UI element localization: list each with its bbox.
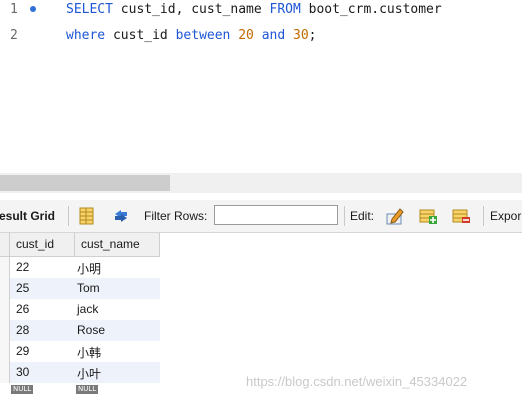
- keyword-and: and: [261, 28, 286, 43]
- cell-cust-name[interactable]: jack: [77, 302, 98, 316]
- line-number-label: 1: [10, 2, 18, 17]
- table-row[interactable]: 25 Tom: [10, 278, 160, 299]
- number-literal: 20: [238, 28, 254, 43]
- cell-cust-id[interactable]: 29: [16, 344, 29, 358]
- toolbar-divider: [483, 206, 484, 226]
- keyword-where: where: [66, 28, 106, 43]
- edit-pencil-icon[interactable]: [386, 207, 404, 225]
- export-button[interactable]: Expor: [490, 209, 521, 223]
- code-line-2[interactable]: where cust_id between 20 and 30;: [66, 28, 317, 43]
- grid-view-icon[interactable]: [78, 207, 96, 225]
- table-row[interactable]: 30 小叶: [10, 362, 160, 383]
- null-badge: NULL: [76, 385, 99, 394]
- edit-label: Edit:: [350, 209, 375, 223]
- cell-cust-name[interactable]: 小韩: [77, 344, 101, 361]
- code-text: ;: [308, 28, 317, 43]
- keyword-select: SELECT: [66, 2, 113, 17]
- line-number-label: 2: [10, 28, 18, 43]
- null-badge: NULL: [11, 385, 34, 394]
- row-marker[interactable]: [0, 257, 10, 278]
- column-header-cust-id[interactable]: cust_id: [10, 233, 75, 257]
- filter-rows-label: Filter Rows:: [144, 209, 208, 223]
- result-toolbar: esult Grid Filter Rows: Edit: Expor: [0, 200, 522, 233]
- keyword-between: between: [175, 28, 231, 43]
- code-text: cust_id, cust_name: [112, 2, 270, 17]
- delete-row-icon[interactable]: [452, 207, 470, 225]
- cell-cust-name[interactable]: 小明: [77, 260, 101, 277]
- statement-marker-icon: [30, 6, 36, 12]
- table-row[interactable]: 28 Rose: [10, 320, 160, 341]
- scrollbar-thumb[interactable]: [0, 175, 170, 191]
- cell-cust-id[interactable]: 30: [16, 365, 29, 379]
- table-row[interactable]: 26 jack: [10, 299, 160, 320]
- row-marker[interactable]: [0, 278, 10, 299]
- cell-cust-id[interactable]: 25: [16, 281, 29, 295]
- column-header-cust-name[interactable]: cust_name: [75, 233, 160, 257]
- number-literal: 30: [293, 28, 309, 43]
- cell-cust-name[interactable]: Tom: [77, 281, 100, 295]
- row-marker[interactable]: [0, 341, 10, 362]
- filter-rows-input[interactable]: [214, 205, 338, 225]
- sql-editor[interactable]: 1 SELECT cust_id, cust_name FROM boot_cr…: [0, 0, 522, 60]
- cell-cust-id[interactable]: 28: [16, 323, 29, 337]
- row-marker[interactable]: [0, 362, 10, 383]
- code-text: boot_crm.customer: [300, 2, 442, 17]
- cell-cust-id[interactable]: 26: [16, 302, 29, 316]
- cell-cust-name[interactable]: 小叶: [77, 365, 101, 382]
- keyword-from: FROM: [269, 2, 301, 17]
- table-row[interactable]: 29 小韩: [10, 341, 160, 362]
- row-marker[interactable]: [0, 320, 10, 341]
- add-row-icon[interactable]: [419, 207, 437, 225]
- toolbar-divider: [344, 206, 345, 226]
- cell-cust-name[interactable]: Rose: [77, 323, 105, 337]
- row-header-corner: [0, 233, 10, 257]
- result-grid-tab[interactable]: esult Grid: [0, 209, 55, 223]
- toolbar-divider: [68, 206, 69, 226]
- table-row[interactable]: 22 小明: [10, 257, 160, 278]
- refresh-arrows-icon[interactable]: [112, 207, 130, 225]
- code-line-1[interactable]: SELECT cust_id, cust_name FROM boot_crm.…: [66, 2, 442, 17]
- row-marker[interactable]: [0, 299, 10, 320]
- code-text: cust_id: [105, 28, 176, 43]
- cell-cust-id[interactable]: 22: [16, 260, 29, 274]
- watermark-url: https://blog.csdn.net/weixin_45334022: [246, 374, 468, 389]
